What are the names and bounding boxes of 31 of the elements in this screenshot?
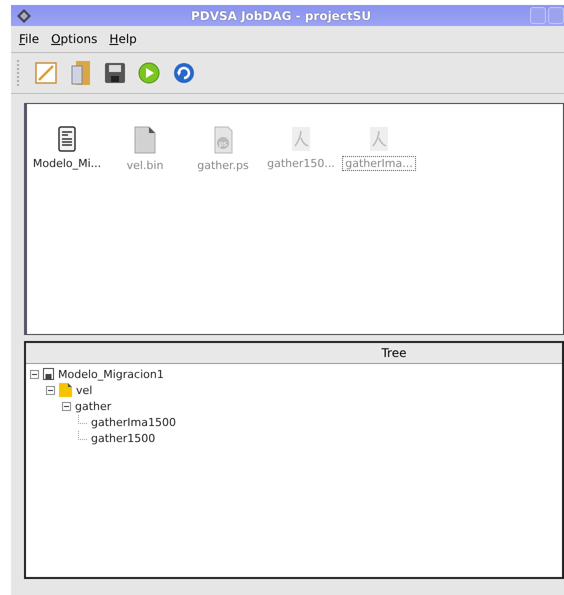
window-title: PDVSA JobDAG - projectSU — [190, 8, 372, 22]
column-header[interactable]: Tree — [26, 343, 562, 364]
expander-icon[interactable] — [30, 370, 39, 378]
file-icon[interactable] — [134, 126, 156, 154]
tree-node[interactable]: gather — [75, 400, 112, 412]
tree-node[interactable]: gatherIma1500 — [91, 416, 176, 428]
tree-line-icon — [78, 430, 87, 440]
tree-node[interactable]: Modelo_Migracion1 — [58, 368, 164, 380]
menu-item[interactable]: File — [19, 32, 40, 46]
toolbar-grip[interactable] — [17, 60, 22, 86]
file-label[interactable]: Modelo_Mi... — [30, 156, 104, 171]
folder-icon — [59, 383, 72, 397]
play-icon[interactable] — [138, 62, 160, 84]
menu-item[interactable]: Help — [109, 32, 137, 46]
tree-node[interactable]: gather1500 — [91, 432, 156, 444]
file-label[interactable]: gather150... — [264, 156, 338, 171]
floppy-icon — [43, 368, 54, 380]
file-label[interactable]: gather.ps — [194, 158, 252, 173]
pencil-icon[interactable] — [35, 62, 57, 84]
floppy-icon[interactable] — [105, 63, 125, 83]
app-icon — [16, 8, 32, 24]
folder-icon[interactable] — [70, 60, 92, 86]
tree-node[interactable]: vel — [76, 384, 92, 396]
expander-icon[interactable] — [46, 386, 55, 394]
refresh-icon[interactable] — [173, 62, 195, 84]
document-icon[interactable] — [58, 126, 76, 152]
menu-item[interactable]: Options — [51, 32, 98, 46]
file-label[interactable]: gatherIma... — [342, 156, 416, 171]
file-label[interactable]: vel.bin — [124, 158, 166, 173]
tree-line-icon — [78, 414, 87, 424]
expander-icon[interactable] — [62, 402, 71, 410]
